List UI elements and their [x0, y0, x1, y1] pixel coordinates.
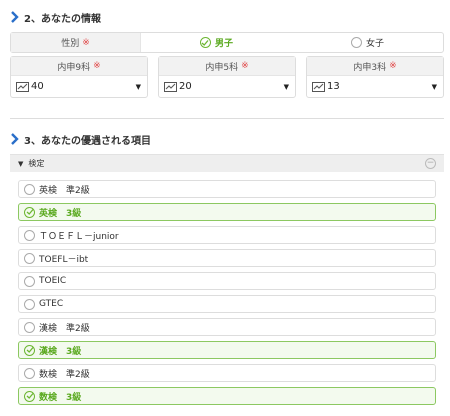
- section-2-title-text: 2、あなたの情報: [24, 13, 101, 25]
- gender-male-label: 男子: [214, 39, 233, 49]
- grade-header: 内申9科 ※: [11, 57, 147, 76]
- qualification-item[interactable]: 数検 3級: [18, 387, 436, 405]
- grade-label: 内申3科: [353, 62, 387, 73]
- required-mark: ※: [241, 61, 249, 71]
- gender-option-female[interactable]: 女子: [292, 33, 443, 52]
- qualification-item[interactable]: 英検 準2級: [18, 180, 436, 198]
- check-circle-icon: [24, 344, 35, 356]
- qualification-item[interactable]: TOEIC: [18, 272, 436, 290]
- qualification-label: TOEIC: [39, 276, 67, 286]
- required-mark: ※: [389, 61, 397, 71]
- qualification-item[interactable]: ＴＯＥＦＬ－junior: [18, 226, 436, 244]
- qualification-label: 数検 準2級: [39, 369, 90, 380]
- check-circle-icon: [199, 37, 211, 48]
- grade-header: 内申5科 ※: [159, 57, 295, 76]
- required-mark: ※: [82, 37, 90, 48]
- dropdown-arrow-icon: ▼: [431, 82, 437, 91]
- grade-value: 13: [327, 81, 340, 92]
- gender-label: 性別: [61, 39, 80, 49]
- grade-select[interactable]: 40 ▼: [11, 76, 147, 97]
- gender-label-cell: 性別 ※: [11, 33, 141, 52]
- section-2-title: 2、あなたの情報: [10, 10, 101, 25]
- check-circle-icon: [24, 390, 35, 402]
- chart-icon: [16, 81, 29, 92]
- chart-icon: [312, 81, 325, 92]
- radio-empty-icon: [24, 275, 35, 287]
- caret-down-icon: ▼: [18, 159, 24, 168]
- radio-empty-icon: [24, 321, 35, 333]
- section-3-title: 3、あなたの優遇される項目: [10, 132, 151, 147]
- accordion-header-kentei[interactable]: ▼ 検定 −: [10, 154, 444, 172]
- grade-label: 内申9科: [57, 62, 91, 73]
- grade-select[interactable]: 20 ▼: [159, 76, 295, 97]
- qualification-label: GTEC: [39, 299, 64, 309]
- chevron-right-icon: [11, 133, 19, 145]
- radio-empty-icon: [24, 298, 35, 310]
- qualification-item[interactable]: 漢検 準2級: [18, 318, 436, 336]
- chevron-right-icon: [11, 11, 19, 23]
- gender-row: 性別 ※ 男子 女子: [10, 32, 444, 53]
- dropdown-arrow-icon: ▼: [283, 82, 289, 91]
- section-divider: [10, 118, 444, 119]
- accordion-label: 検定: [28, 159, 45, 168]
- radio-empty-icon: [24, 183, 35, 195]
- radio-empty-icon: [350, 37, 362, 48]
- grade-9-subjects: 内申9科 ※ 40 ▼: [10, 56, 148, 98]
- qualification-item[interactable]: 英検 3級: [18, 203, 436, 221]
- qualification-label: TOEFL－ibt: [39, 254, 89, 265]
- gender-female-label: 女子: [365, 39, 384, 49]
- radio-empty-icon: [24, 229, 35, 241]
- gender-option-male[interactable]: 男子: [141, 33, 292, 52]
- section-3-title-text: 3、あなたの優遇される項目: [24, 135, 151, 147]
- qualification-label: 漢検 3級: [39, 346, 82, 357]
- check-circle-icon: [24, 206, 35, 218]
- qualification-label: 漢検 準2級: [39, 323, 90, 334]
- chart-icon: [164, 81, 177, 92]
- grade-value: 40: [31, 81, 44, 92]
- qualification-label: 英検 準2級: [39, 185, 90, 196]
- qualification-item[interactable]: 漢検 3級: [18, 341, 436, 359]
- grade-label: 内申5科: [205, 62, 239, 73]
- grade-value: 20: [179, 81, 192, 92]
- grade-header: 内申3科 ※: [307, 57, 443, 76]
- qualification-label: 数検 3級: [39, 392, 82, 403]
- radio-empty-icon: [24, 367, 35, 379]
- grade-5-subjects: 内申5科 ※ 20 ▼: [158, 56, 296, 98]
- grade-3-subjects: 内申3科 ※ 13 ▼: [306, 56, 444, 98]
- required-mark: ※: [93, 61, 101, 71]
- radio-empty-icon: [24, 252, 35, 264]
- dropdown-arrow-icon: ▼: [135, 82, 141, 91]
- minus-circle-icon[interactable]: −: [425, 158, 436, 169]
- qualification-label: 英検 3級: [39, 208, 82, 219]
- qualification-item[interactable]: TOEFL－ibt: [18, 249, 436, 267]
- qualification-label: ＴＯＥＦＬ－junior: [39, 231, 119, 242]
- qualification-item[interactable]: 数検 準2級: [18, 364, 436, 382]
- grade-select[interactable]: 13 ▼: [307, 76, 443, 97]
- qualification-item[interactable]: GTEC: [18, 295, 436, 313]
